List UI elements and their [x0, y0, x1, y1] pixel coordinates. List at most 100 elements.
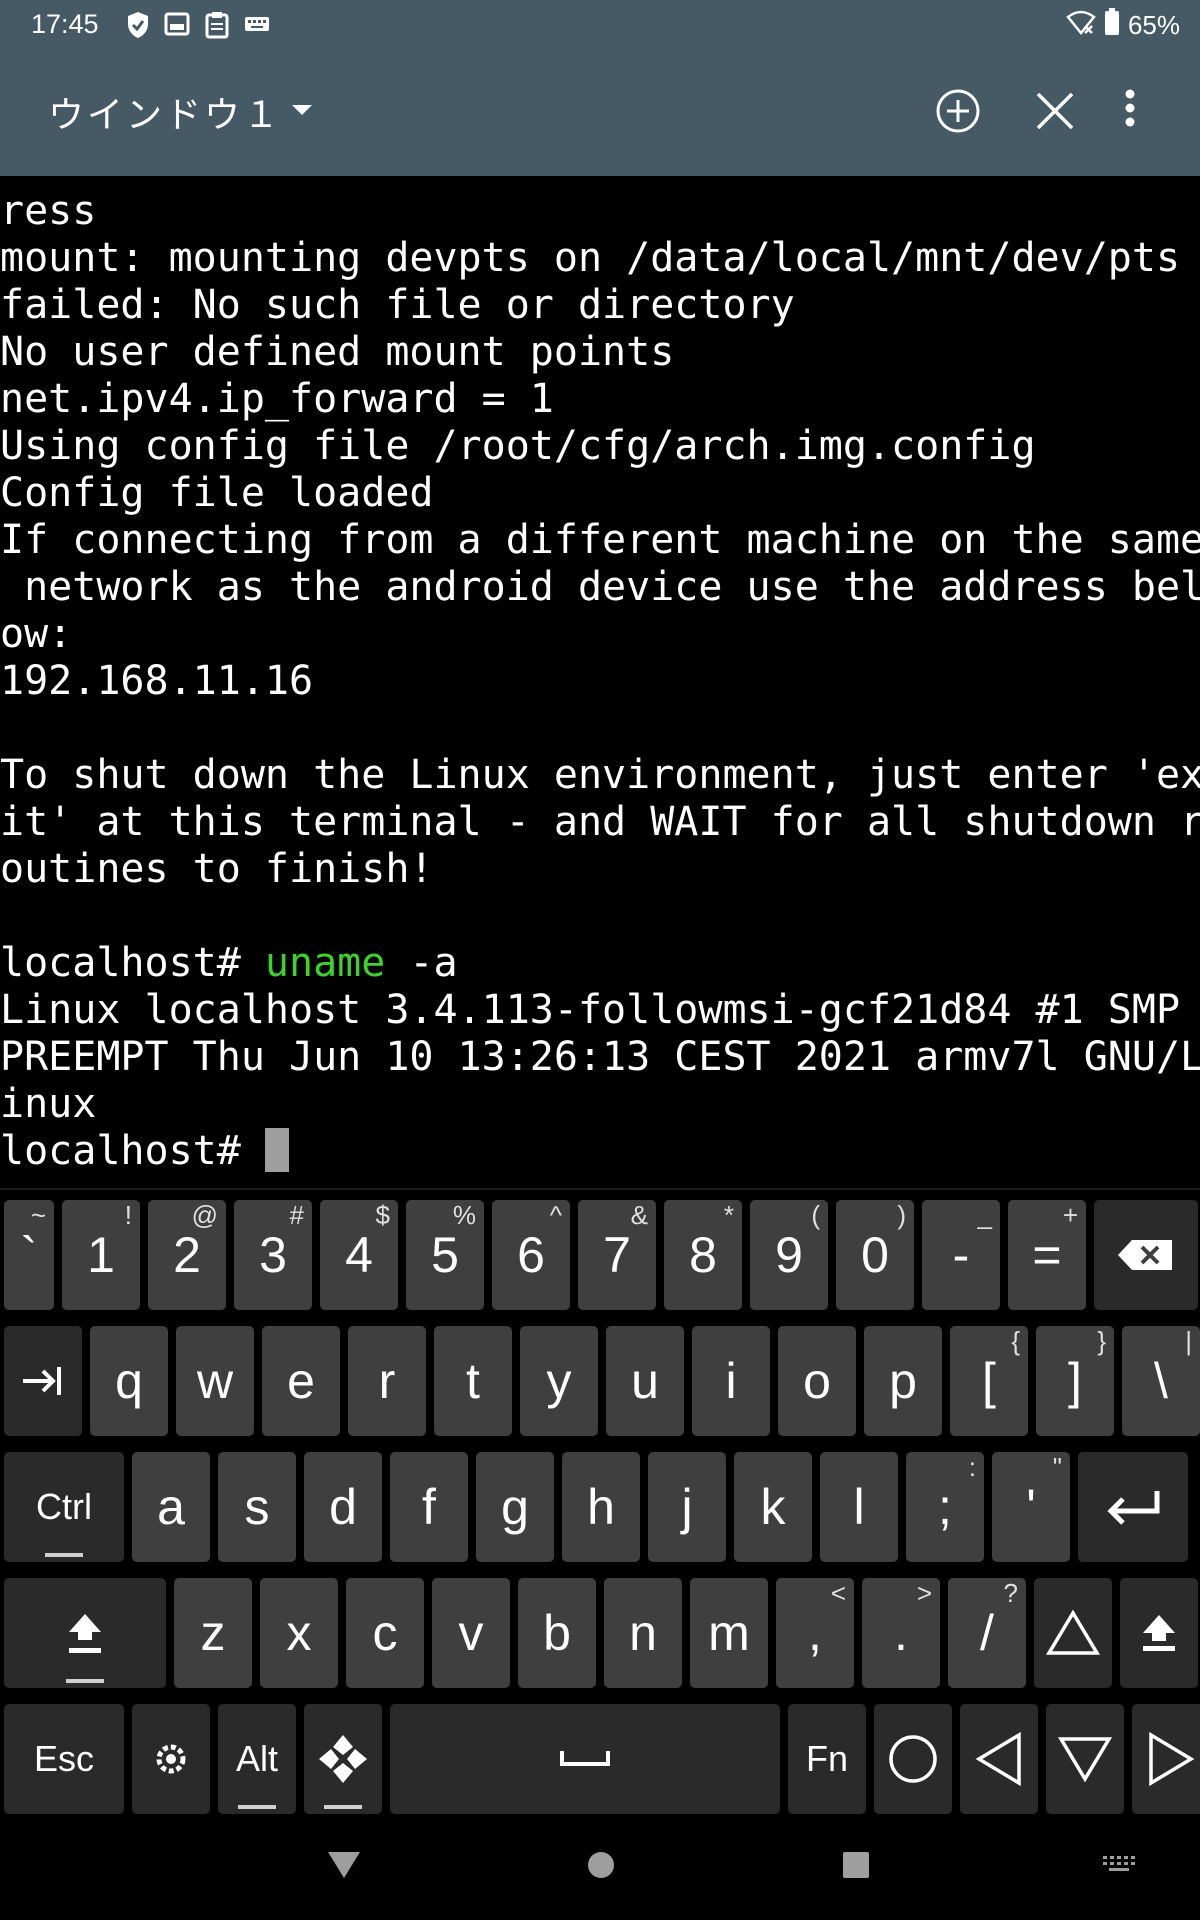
key-char[interactable]: s: [218, 1452, 296, 1562]
back-icon[interactable]: [326, 1848, 362, 1886]
key-label: p: [889, 1353, 917, 1409]
key-char[interactable]: - _: [922, 1200, 1000, 1310]
key-char[interactable]: l: [820, 1452, 898, 1562]
key-char[interactable]: 0): [836, 1200, 914, 1310]
key-char[interactable]: 3 #: [234, 1200, 312, 1310]
space-key[interactable]: [390, 1704, 780, 1814]
key-secondary-label: <: [830, 1578, 846, 1608]
key-char[interactable]: ` ~: [4, 1200, 54, 1310]
add-window-icon[interactable]: [935, 88, 981, 138]
key-char[interactable]: x: [260, 1578, 338, 1688]
close-icon[interactable]: [1034, 90, 1076, 136]
key-label: \: [1154, 1353, 1168, 1409]
key-char[interactable]: v: [432, 1578, 510, 1688]
settings-key[interactable]: [132, 1704, 210, 1814]
circle-key[interactable]: [874, 1704, 952, 1814]
enter-key[interactable]: [1078, 1452, 1188, 1562]
key-char[interactable]: , <: [776, 1578, 854, 1688]
clipboard-icon: [204, 11, 230, 44]
dpad-key[interactable]: [304, 1704, 382, 1814]
key-char[interactable]: e: [262, 1326, 340, 1436]
terminal-line: Linux localhost 3.4.113-followmsi-gcf21d…: [0, 987, 1200, 1033]
terminal-line: ress: [0, 188, 97, 234]
key-char[interactable]: y: [520, 1326, 598, 1436]
shift-key[interactable]: [4, 1578, 166, 1688]
key-label: c: [372, 1605, 398, 1661]
key-char[interactable]: . >: [862, 1578, 940, 1688]
key-char[interactable]: 5%: [406, 1200, 484, 1310]
key-label: 4: [345, 1227, 373, 1283]
key-secondary-label: $: [375, 1200, 390, 1230]
window-title[interactable]: ウインドウ１: [48, 86, 282, 138]
key-secondary-label: >: [916, 1578, 932, 1608]
key-char[interactable]: 2 @: [148, 1200, 226, 1310]
terminal-line: localhost#: [0, 1128, 1200, 1175]
key-char[interactable]: \ |: [1122, 1326, 1200, 1436]
key-char[interactable]: 1!: [62, 1200, 140, 1310]
key-esc[interactable]: Esc: [4, 1704, 124, 1814]
key-char[interactable]: ]}: [1036, 1326, 1114, 1436]
key-char[interactable]: ' ": [992, 1452, 1070, 1562]
shift-lock-key[interactable]: [1120, 1578, 1198, 1688]
key-char[interactable]: 6 ^: [492, 1200, 570, 1310]
key-char[interactable]: = +: [1008, 1200, 1086, 1310]
arrow-right-key[interactable]: [1132, 1704, 1200, 1814]
terminal-line: Config file loaded: [0, 470, 434, 516]
key-char[interactable]: h: [562, 1452, 640, 1562]
key-char[interactable]: a: [132, 1452, 210, 1562]
key-char[interactable]: 7 &: [578, 1200, 656, 1310]
key-char[interactable]: p: [864, 1326, 942, 1436]
terminal-output[interactable]: ress mount: mounting devpts on /data/loca…: [0, 188, 1200, 1188]
key-label: i: [725, 1353, 737, 1409]
more-vert-icon[interactable]: [1123, 88, 1137, 132]
key-char[interactable]: w: [176, 1326, 254, 1436]
key-char[interactable]: z: [174, 1578, 252, 1688]
recents-icon[interactable]: [841, 1848, 871, 1886]
key-char[interactable]: i: [692, 1326, 770, 1436]
key-char[interactable]: k: [734, 1452, 812, 1562]
arrow-down-key[interactable]: [1046, 1704, 1124, 1814]
key-label: y: [546, 1353, 572, 1409]
arrow-up-key[interactable]: [1034, 1578, 1112, 1688]
key-char[interactable]: d: [304, 1452, 382, 1562]
key-char[interactable]: o: [778, 1326, 856, 1436]
arrow-left-key[interactable]: [960, 1704, 1038, 1814]
key-char[interactable]: u: [606, 1326, 684, 1436]
key-char[interactable]: q: [90, 1326, 168, 1436]
key-char[interactable]: g: [476, 1452, 554, 1562]
key-fn[interactable]: Fn: [788, 1704, 866, 1814]
home-icon[interactable]: [586, 1848, 616, 1886]
key-char[interactable]: 8 *: [664, 1200, 742, 1310]
key-alt[interactable]: Alt: [218, 1704, 296, 1814]
key-char[interactable]: 9(: [750, 1200, 828, 1310]
backspace-key[interactable]: [1094, 1200, 1198, 1310]
key-ctrl[interactable]: Ctrl: [4, 1452, 124, 1562]
key-char[interactable]: b: [518, 1578, 596, 1688]
key-char[interactable]: t: [434, 1326, 512, 1436]
modifier-indicator: [45, 1553, 83, 1557]
key-label: 5: [431, 1227, 459, 1283]
key-secondary-label: @: [191, 1200, 218, 1230]
chevron-down-icon[interactable]: [290, 102, 314, 121]
shell-arguments: -a: [385, 940, 458, 986]
key-char[interactable]: c: [346, 1578, 424, 1688]
key-char[interactable]: /?: [948, 1578, 1026, 1688]
terminal-line: localhost# uname -a: [0, 940, 1200, 987]
key-char[interactable]: ;:: [906, 1452, 984, 1562]
key-char[interactable]: [{: [950, 1326, 1028, 1436]
key-char[interactable]: n: [604, 1578, 682, 1688]
key-secondary-label: (: [811, 1200, 820, 1230]
key-label: ': [1026, 1479, 1036, 1535]
key-label: Esc: [33, 1738, 94, 1779]
key-char[interactable]: f: [390, 1452, 468, 1562]
key-char[interactable]: m: [690, 1578, 768, 1688]
key-char[interactable]: j: [648, 1452, 726, 1562]
key-label: 6: [517, 1227, 545, 1283]
key-label: n: [629, 1605, 657, 1661]
key-char[interactable]: 4 $: [320, 1200, 398, 1310]
key-char[interactable]: r: [348, 1326, 426, 1436]
tab-key[interactable]: [4, 1326, 82, 1436]
keyboard-switch-icon[interactable]: [1101, 1848, 1137, 1886]
wifi-off-icon: [1066, 9, 1096, 42]
